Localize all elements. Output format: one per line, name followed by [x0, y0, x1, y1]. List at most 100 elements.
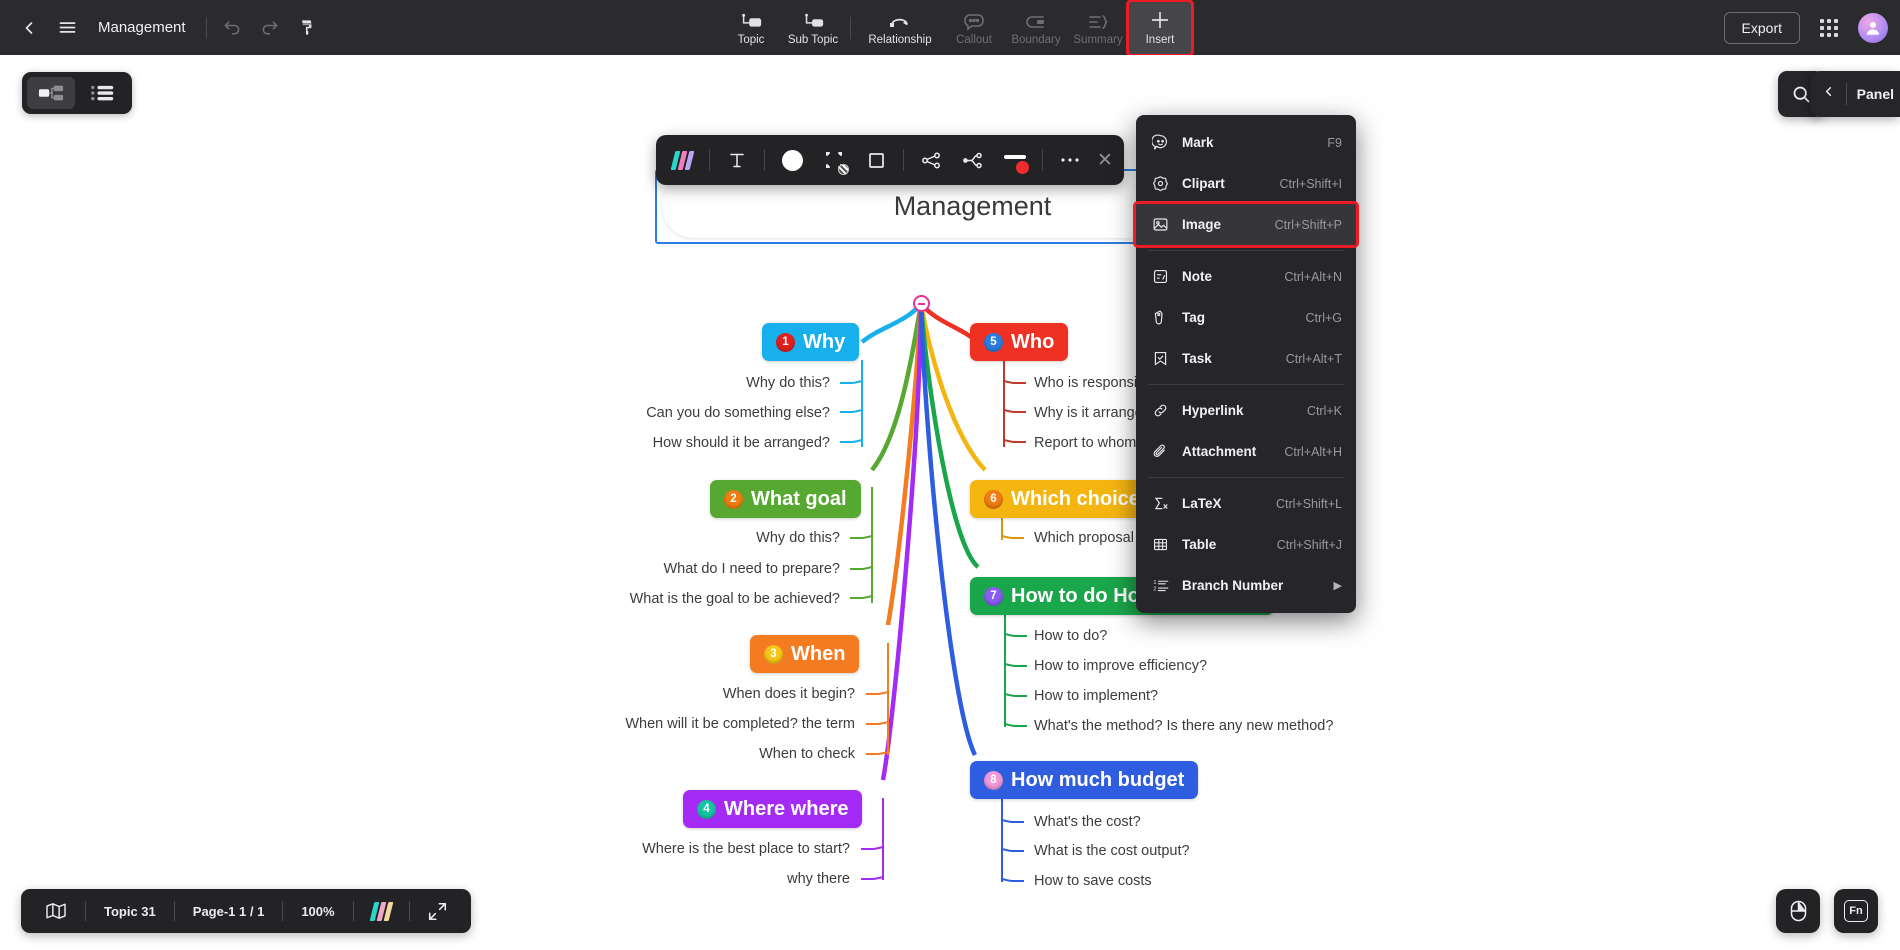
latex-icon: [1152, 495, 1174, 512]
format-painter-icon[interactable]: [289, 9, 327, 47]
leaf-node[interactable]: What's the method? Is there any new meth…: [1034, 718, 1333, 734]
chevron-left-icon[interactable]: [1821, 84, 1836, 104]
leaf-node[interactable]: When to check: [759, 746, 855, 762]
export-button[interactable]: Export: [1723, 11, 1800, 44]
tool-sub-topic[interactable]: Sub Topic: [782, 2, 844, 54]
branch-label: Why: [803, 330, 846, 353]
branch-number: 6: [984, 489, 1003, 509]
apps-grid-icon[interactable]: [1810, 9, 1848, 47]
leaf-node[interactable]: How to improve efficiency?: [1034, 658, 1207, 674]
menu-item-attachment[interactable]: Attachment Ctrl+Alt+H: [1136, 431, 1356, 472]
root-collapse-toggle[interactable]: [913, 295, 930, 312]
menu-item-shortcut: F9: [1327, 135, 1342, 150]
leaf-node[interactable]: When will it be completed? the term: [625, 716, 855, 732]
format-divider: [709, 149, 710, 171]
leaf-node[interactable]: What is the cost output?: [1034, 843, 1190, 859]
tool-insert[interactable]: Insert: [1126, 0, 1194, 57]
leaf-node[interactable]: When does it begin?: [723, 686, 855, 702]
menu-item-image[interactable]: Image Ctrl+Shift+P: [1133, 201, 1359, 248]
fn-key-icon[interactable]: Fn: [1834, 889, 1878, 933]
theme-style-icon[interactable]: [662, 141, 702, 179]
leaf-node[interactable]: What is the goal to be achieved?: [630, 591, 840, 607]
redo-icon[interactable]: [251, 9, 289, 47]
page-indicator[interactable]: Page-1 1 / 1: [175, 896, 283, 926]
leaf-node[interactable]: Where is the best place to start?: [642, 841, 850, 857]
leaf-node[interactable]: why there: [787, 871, 850, 887]
menu-item-label: Table: [1182, 537, 1217, 552]
menu-item-mark[interactable]: Mark F9: [1136, 122, 1356, 163]
zoom-level[interactable]: 100%: [283, 896, 352, 926]
branch-node-what-goal[interactable]: 2 What goal: [710, 480, 861, 518]
menu-item-label: Mark: [1182, 135, 1214, 150]
leaf-node[interactable]: How should it be arranged?: [653, 435, 830, 451]
tool-callout[interactable]: Callout: [943, 2, 1005, 54]
canvas[interactable]: Management 1 Why Why do this? Can you do…: [0, 55, 1900, 950]
text-format-icon[interactable]: [717, 141, 757, 179]
leaf-node[interactable]: What do I need to prepare?: [663, 561, 840, 577]
undo-icon[interactable]: [213, 9, 251, 47]
map-overview-icon[interactable]: [27, 896, 85, 926]
menu-item-latex[interactable]: LaTeX Ctrl+Shift+L: [1136, 483, 1356, 524]
tool-label: Callout: [956, 34, 992, 46]
menu-item-shortcut: Ctrl+Alt+H: [1284, 444, 1342, 459]
tag-icon: [1152, 309, 1174, 326]
branch-node-who[interactable]: 5 Who: [970, 323, 1069, 361]
more-options-icon[interactable]: [1050, 141, 1090, 179]
clipart-icon: [1152, 175, 1174, 192]
branch-label: Who: [1011, 330, 1055, 353]
theme-icon[interactable]: [354, 896, 409, 926]
branch-number: 8: [984, 770, 1003, 790]
leaf-node[interactable]: Why do this?: [746, 375, 830, 391]
menu-item-label: Clipart: [1182, 176, 1225, 191]
menu-item-branch-number[interactable]: 12 Branch Number ▶: [1136, 565, 1356, 606]
leaf-node[interactable]: What's the cost?: [1034, 814, 1141, 830]
mouse-mode-icon[interactable]: [1776, 889, 1820, 933]
branch-number: 2: [724, 489, 743, 509]
menu-item-tag[interactable]: Tag Ctrl+G: [1136, 297, 1356, 338]
menu-item-note[interactable]: Note Ctrl+Alt+N: [1136, 256, 1356, 297]
leaf-node[interactable]: How to save costs: [1034, 873, 1152, 889]
branch-node-why[interactable]: 1 Why: [762, 323, 860, 361]
app-window: Management Topic Sub Topic Relationship …: [0, 0, 1900, 950]
panel-divider: [1845, 83, 1847, 105]
tool-relationship[interactable]: Relationship: [857, 2, 943, 54]
branch-structure-icon[interactable]: [953, 141, 993, 179]
tool-topic[interactable]: Topic: [720, 2, 782, 54]
branch-label: How much budget: [1011, 768, 1185, 791]
tool-summary[interactable]: Summary: [1067, 2, 1129, 54]
leaf-node[interactable]: Report to whom?: [1034, 435, 1144, 451]
back-icon[interactable]: [10, 9, 48, 47]
menu-item-shortcut: Ctrl+Alt+T: [1285, 351, 1342, 366]
close-icon[interactable]: ✕: [1092, 149, 1118, 172]
menu-item-table[interactable]: Table Ctrl+Shift+J: [1136, 524, 1356, 565]
menu-item-clipart[interactable]: Clipart Ctrl+Shift+I: [1136, 163, 1356, 204]
avatar[interactable]: [1858, 12, 1888, 43]
menu-item-task[interactable]: Task Ctrl+Alt+T: [1136, 338, 1356, 379]
branch-node-when[interactable]: 3 When: [750, 635, 860, 673]
leaf-node[interactable]: Can you do something else?: [646, 405, 830, 421]
format-divider: [764, 149, 765, 171]
branch-number: 5: [984, 332, 1003, 352]
menu-item-hyperlink[interactable]: Hyperlink Ctrl+K: [1136, 390, 1356, 431]
leaf-node[interactable]: Why do this?: [756, 530, 840, 546]
branch-number: 7: [984, 586, 1003, 606]
branch-number: 3: [764, 644, 783, 664]
branch-node-where[interactable]: 4 Where where: [683, 790, 863, 828]
tool-boundary[interactable]: Boundary: [1005, 2, 1067, 54]
shape-icon[interactable]: [814, 141, 854, 179]
note-icon: [1152, 268, 1174, 285]
line-color-icon[interactable]: [995, 141, 1035, 179]
format-divider: [903, 149, 904, 171]
branch-layout-icon[interactable]: [911, 141, 951, 179]
fullscreen-icon[interactable]: [410, 896, 465, 926]
fill-color-icon[interactable]: [772, 141, 812, 179]
menu-icon[interactable]: [48, 9, 86, 47]
leaf-node[interactable]: How to implement?: [1034, 688, 1158, 704]
toolbar-divider: [205, 16, 207, 39]
leaf-node[interactable]: How to do?: [1034, 628, 1107, 644]
panel-tab[interactable]: Panel: [1810, 71, 1900, 117]
branch-node-budget[interactable]: 8 How much budget: [970, 761, 1199, 799]
document-title[interactable]: Management: [98, 19, 186, 36]
border-icon[interactable]: [856, 141, 896, 179]
branch-node-which-choice[interactable]: 6 Which choice: [970, 480, 1154, 518]
